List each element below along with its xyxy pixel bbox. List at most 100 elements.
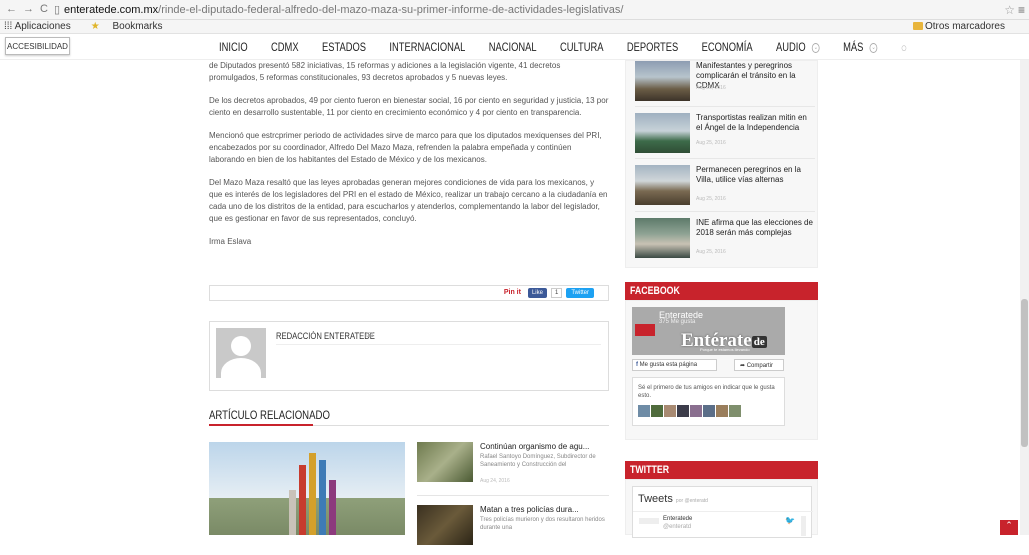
twitter-button[interactable]: Twitter — [566, 288, 594, 298]
chevron-down-icon: ⌄ — [869, 42, 878, 53]
facebook-like-button[interactable]: Like — [527, 288, 547, 298]
browser-toolbar: ← → C ▯ enteratede.com.mx/rinde-el-diput… — [0, 0, 1029, 20]
heading-underline — [209, 424, 313, 426]
related-title[interactable]: Matan a tres policías dura... — [480, 505, 579, 514]
scrollbar-thumb[interactable] — [1021, 299, 1028, 447]
logo-tagline: Porque te estamos llevando — [700, 347, 750, 352]
nav-estados[interactable]: ESTADOS — [322, 40, 366, 55]
like-count: 1 — [550, 288, 563, 298]
twitter-account-avatar — [639, 518, 659, 524]
news-title[interactable]: Permanecen peregrinos en la Villa, utili… — [696, 165, 814, 185]
news-thumb — [635, 113, 690, 153]
nav-cultura[interactable]: CULTURA — [560, 40, 604, 55]
nav-deportes[interactable]: DEPORTES — [627, 40, 678, 55]
article-body: de Diputados presentó 582 iniciativas, 1… — [209, 60, 609, 259]
tweets-heading: Tweets por @enteratd — [638, 493, 708, 505]
twitter-widget: Tweets por @enteratd Enteratede @enterat… — [625, 479, 818, 538]
url-domain: enteratede.com.mx — [64, 3, 159, 16]
scroll-to-top-button[interactable]: ⌃ — [1000, 520, 1018, 535]
facebook-likes: 375 Me gusta — [659, 319, 696, 325]
reload-icon[interactable]: C — [40, 3, 48, 16]
bookmarks-bar: ⁞⁞⁞ Aplicaciones ★ Bookmarks Otros marca… — [0, 20, 1029, 34]
news-item[interactable]: Manifestantes y peregrinos complicarán e… — [635, 61, 815, 105]
facebook-icon: f — [636, 362, 638, 368]
news-date: Aug 25, 2016 — [696, 249, 726, 255]
accessibility-button[interactable]: ACCESIBILIDAD — [5, 37, 70, 55]
facebook-page-icon — [635, 324, 655, 336]
news-thumb — [635, 218, 690, 258]
news-item[interactable]: INE afirma que las elecciones de 2018 se… — [635, 218, 815, 262]
news-date: Aug 25, 2016 — [696, 85, 726, 91]
page-scrollbar[interactable] — [1020, 34, 1029, 535]
browser-nav: ← → C ▯ — [6, 3, 64, 16]
star-icon: ★ — [90, 21, 100, 32]
related-main-image[interactable] — [209, 442, 405, 535]
nav-economia[interactable]: ECONOMÍA — [702, 40, 753, 55]
page-icon: ▯ — [53, 4, 61, 16]
article-paragraph: De los decretos aprobados, 49 por ciento… — [209, 96, 609, 117]
article-paragraph: de Diputados presentó 582 iniciativas, 1… — [209, 61, 561, 82]
news-date: Aug 25, 2016 — [696, 196, 726, 202]
bookmark-star-icon[interactable]: ☆ — [1004, 3, 1015, 17]
nav-mas[interactable]: MÁS ⌄ — [843, 40, 878, 55]
news-thumb — [635, 61, 690, 101]
twitter-heading: TWITTER — [625, 461, 818, 479]
folder-icon — [912, 22, 923, 31]
facebook-share-button[interactable]: ➦ Compartir — [734, 359, 784, 371]
sidebar-news: Manifestantes y peregrinos complicarán e… — [625, 60, 818, 268]
related-title[interactable]: Continúan organismo de agu... — [480, 442, 589, 451]
bookmark-bookmarks[interactable]: ★ Bookmarks — [91, 21, 173, 32]
related-item[interactable]: Matan a tres policías dura... Tres polic… — [417, 505, 609, 555]
nav-cdmx[interactable]: CDMX — [271, 40, 299, 55]
news-item[interactable]: Transportistas realizan mitin en el Ánge… — [635, 113, 815, 157]
related-item[interactable]: Continúan organismo de agu... Rafael San… — [417, 442, 609, 492]
related-date: Aug 24, 2016 — [480, 478, 510, 484]
chevron-down-icon: ⌄ — [811, 42, 820, 53]
facebook-widget: Enteratede 375 Me gusta Entérate de Porqu… — [625, 300, 818, 440]
browser-menu-icon[interactable]: ≡ — [1018, 3, 1025, 17]
url-path: /rinde-el-diputado-federal-alfredo-del-m… — [158, 3, 624, 16]
related-desc: Tres policías murieron y dos resultaron … — [480, 517, 605, 531]
other-bookmarks[interactable]: Otros marcadores — [912, 21, 1015, 32]
search-icon[interactable]: ○ — [901, 40, 907, 55]
forward-icon[interactable]: → — [23, 3, 34, 16]
nav-internacional[interactable]: INTERNACIONAL — [389, 40, 465, 55]
twitter-timeline: Tweets por @enteratd Enteratede @enterat… — [632, 486, 813, 538]
facebook-friends-text: Sé el primero de tus amigos en indicar q… — [638, 385, 775, 399]
author-name[interactable]: REDACCIÓN ENTERATEDE — [276, 331, 375, 341]
news-thumb — [635, 165, 690, 205]
tweets-by[interactable]: por @enteratd — [676, 498, 708, 504]
facebook-heading: FACEBOOK — [625, 282, 818, 300]
related-thumb — [417, 505, 473, 545]
nav-inicio[interactable]: INICIO — [219, 40, 248, 55]
twitter-handle[interactable]: @enteratd — [663, 524, 691, 530]
twitter-account-name[interactable]: Enteratede — [663, 516, 692, 522]
share-bar: Pin it Like 1 Twitter — [209, 285, 609, 301]
nav-audio[interactable]: AUDIO ⌄ — [776, 40, 820, 55]
avatar — [216, 328, 266, 378]
news-title[interactable]: INE afirma que las elecciones de 2018 se… — [696, 218, 814, 238]
related-heading: ARTÍCULO RELACIONADO — [209, 408, 330, 422]
article-paragraph: Del Mazo Maza resaltó que las leyes apro… — [209, 178, 608, 223]
facebook-like-page-button[interactable]: f Me gusta esta página — [632, 359, 717, 371]
facebook-friends-box: Sé el primero de tus amigos en indicar q… — [632, 377, 785, 426]
related-desc: Rafael Santoyo Domínguez, Subdirector de… — [480, 454, 596, 468]
mail-icon[interactable]: ✉ — [366, 330, 374, 341]
article-author: Irma Eslava — [209, 237, 252, 246]
timeline-scrollbar[interactable] — [801, 516, 806, 536]
news-item[interactable]: Permanecen peregrinos en la Villa, utili… — [635, 165, 815, 209]
article-paragraph: Mencionó que estrcprimer periodo de acti… — [209, 131, 602, 164]
facebook-cover[interactable]: Enteratede 375 Me gusta Entérate de Porqu… — [632, 307, 785, 355]
news-title[interactable]: Transportistas realizan mitin en el Ánge… — [696, 113, 814, 133]
news-date: Aug 25, 2016 — [696, 140, 726, 146]
author-box: REDACCIÓN ENTERATEDE ✉ — [209, 321, 609, 391]
back-icon[interactable]: ← — [6, 3, 17, 16]
main-nav: INICIO CDMX ESTADOS INTERNACIONAL NACION… — [0, 34, 1029, 60]
related-thumb — [417, 442, 473, 482]
twitter-bird-icon: 🐦 — [785, 516, 795, 525]
friend-faces — [638, 405, 741, 417]
address-bar[interactable]: enteratede.com.mx/rinde-el-diputado-fede… — [64, 4, 623, 16]
pinterest-button[interactable]: Pin it — [500, 288, 524, 298]
bookmark-apps[interactable]: ⁞⁞⁞ Aplicaciones — [4, 21, 81, 32]
nav-nacional[interactable]: NACIONAL — [489, 40, 537, 55]
